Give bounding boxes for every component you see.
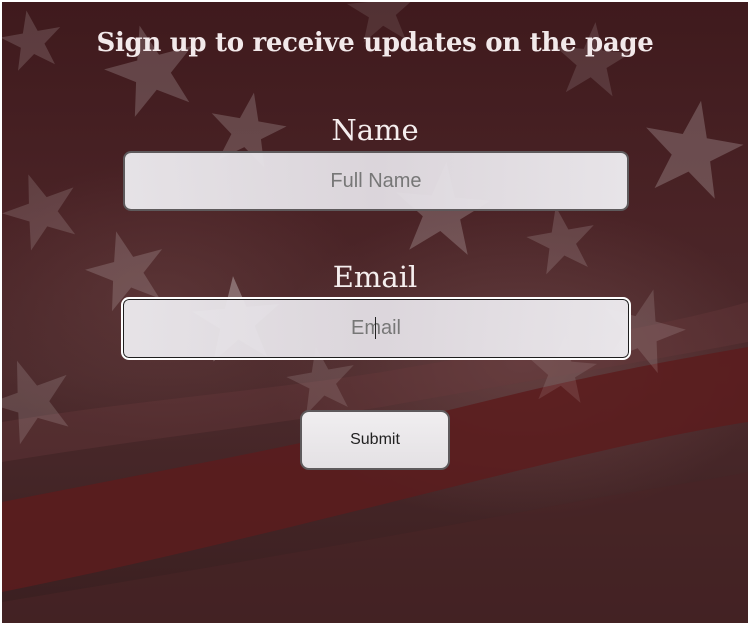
page-frame: Sign up to receive updates on the page N… bbox=[2, 2, 748, 623]
signup-form-container: Sign up to receive updates on the page N… bbox=[2, 2, 748, 623]
name-input[interactable] bbox=[123, 151, 629, 211]
text-cursor bbox=[375, 317, 376, 339]
page-heading: Sign up to receive updates on the page bbox=[96, 28, 654, 58]
email-label: Email bbox=[332, 260, 418, 294]
submit-button[interactable]: Submit bbox=[300, 410, 450, 470]
email-input[interactable] bbox=[121, 297, 631, 360]
name-label: Name bbox=[331, 113, 419, 147]
